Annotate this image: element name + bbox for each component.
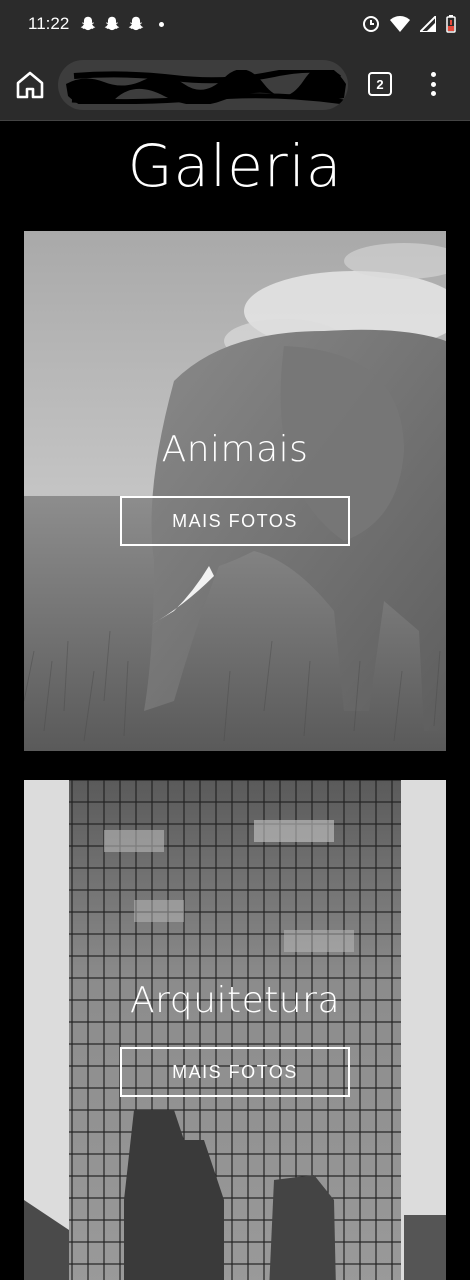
status-time: 11:22 — [28, 14, 70, 33]
wifi-icon — [390, 16, 410, 32]
more-photos-button[interactable]: MAIS FOTOS — [120, 1047, 350, 1097]
battery-low-icon — [446, 15, 456, 33]
card-title: Animais — [161, 429, 309, 470]
snapchat-icon — [129, 16, 144, 31]
snapchat-icon — [81, 16, 96, 31]
gallery-card-architecture: Arquitetura MAIS FOTOS — [24, 780, 446, 1280]
gallery-card-animals: Animais MAIS FOTOS — [24, 231, 446, 751]
redacted-url — [66, 70, 346, 104]
snapchat-icon — [105, 16, 120, 31]
skyscraper-photo — [24, 780, 446, 1280]
tab-switcher-button[interactable]: 2 — [368, 72, 392, 96]
more-notifications-dot — [159, 21, 165, 27]
elephant-photo — [24, 231, 446, 751]
system-icons — [362, 15, 456, 33]
status-bar: 11:22 — [0, 0, 470, 48]
home-icon — [16, 71, 44, 99]
address-bar[interactable] — [58, 60, 348, 110]
home-button[interactable] — [14, 70, 46, 100]
browser-toolbar: 2 — [0, 48, 470, 121]
more-vertical-icon[interactable] — [424, 70, 442, 98]
page-title: Galeria — [127, 132, 343, 200]
signal-icon — [420, 16, 436, 32]
notification-icons — [79, 15, 165, 33]
alarm-icon — [363, 16, 379, 32]
card-title: Arquitetura — [129, 980, 341, 1021]
more-photos-button[interactable]: MAIS FOTOS — [120, 496, 350, 546]
